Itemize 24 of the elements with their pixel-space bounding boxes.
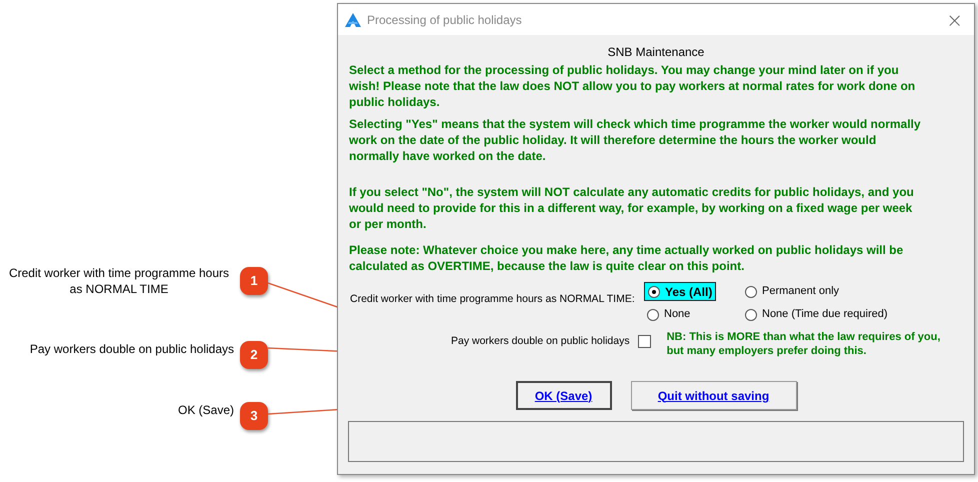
info-paragraph: Selecting "Yes" means that the system will check which time programme the worker would normally work on the date of the public holiday. It will therefore determine the hours the worker would normally have worked on the date.: [349, 116, 922, 164]
radio-option[interactable]: Yes (All): [644, 282, 716, 301]
logo-icon: [345, 12, 361, 26]
info-paragraph: If you select "No", the system will NOT calculate any automatic credits for public holidays, and you would need to provide for this in a different way, for example, by working on a fixed wage per week or per month.: [349, 184, 915, 232]
callout-label: OK (Save): [178, 402, 234, 418]
dialog-button[interactable]: Quit without saving: [630, 381, 796, 410]
callout-label: Pay workers double on public holidays: [30, 341, 234, 357]
dialog-button[interactable]: OK (Save): [516, 381, 612, 410]
info-paragraph: Select a method for the processing of public holidays. You may change your mind later on if you wish! Please note that the law does NOT allow you to pay workers at normal rates for work done on public holidays.: [349, 62, 916, 110]
callout-label: Credit worker with time programme hours as NORMAL TIME: [8, 265, 230, 297]
callout-badge: 3: [240, 402, 268, 430]
window-title: Processing of public holidays: [367, 12, 522, 28]
radio-option[interactable]: None (Time due required): [742, 305, 902, 324]
info-paragraph: Please note: Whatever choice you make here, any time actually worked on public holidays will be calculated as OVERTIME, because the law is quite clear on this point.: [349, 242, 904, 274]
dialog-heading: SNB Maintenance: [606, 44, 706, 60]
double-pay-note: NB: This is MORE than what the law requires of you, but many employers prefer doing this.: [666, 330, 942, 358]
close-button[interactable]: ×: [942, 10, 967, 30]
radio-option[interactable]: None: [644, 305, 742, 324]
credit-label: Credit worker with time programme hours as NORMAL TIME:: [350, 292, 636, 307]
radio-option[interactable]: Permanent only: [742, 282, 902, 301]
double-pay-label: Pay workers double on public holidays: [451, 334, 630, 349]
callout-badge: 1: [240, 267, 268, 295]
double-pay-checkbox[interactable]: [638, 335, 651, 348]
callout-badge: 2: [240, 341, 268, 369]
